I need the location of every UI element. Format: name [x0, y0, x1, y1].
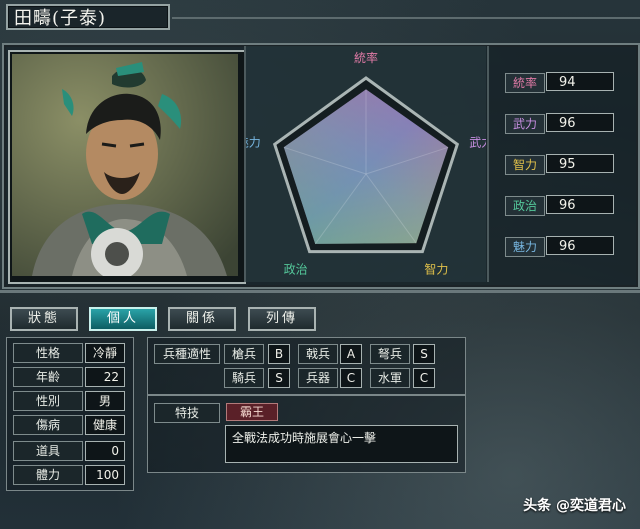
radar-axis-label: 統率	[354, 50, 378, 65]
panel-divider	[487, 46, 489, 282]
troop-label-halberd: 戟兵	[298, 344, 338, 364]
stat-value-intelligence: 95	[546, 154, 614, 173]
personal-value: 冷靜	[85, 343, 125, 363]
personal-label: 體力	[13, 465, 83, 485]
troop-grade-navy: C	[413, 368, 435, 388]
title-rule	[172, 17, 640, 19]
ability-radar: 統率武力智力 政治 魅力	[237, 46, 494, 282]
personal-value: 0	[85, 441, 125, 461]
radar-axis-label: 武力	[469, 135, 486, 149]
stat-value-politics: 96	[546, 195, 614, 214]
radar-value-area	[283, 89, 449, 245]
stat-label-politics: 政治	[505, 196, 545, 216]
personal-label: 性別	[13, 391, 83, 411]
tab-status[interactable]: 狀態	[10, 307, 78, 331]
troop-label-siege: 兵器	[298, 368, 338, 388]
tab-biography[interactable]: 列傳	[248, 307, 316, 331]
personal-value: 100	[85, 465, 125, 485]
troop-label-cavalry: 騎兵	[224, 368, 264, 388]
troop-label-crossbow: 弩兵	[370, 344, 410, 364]
troop-grade-cavalry: S	[268, 368, 290, 388]
radar-axis-label: 魅力	[246, 134, 261, 149]
stat-value-war: 96	[546, 113, 614, 132]
section-separator	[0, 290, 640, 293]
personal-label: 道具	[13, 441, 83, 461]
troop-grade-halberd: A	[340, 344, 362, 364]
skill-description: 全戰法成功時施展會心一擊	[225, 425, 458, 463]
personal-value: 健康	[85, 415, 125, 435]
personal-value: 男	[85, 391, 125, 411]
personal-value: 22	[85, 367, 125, 387]
stat-label-war: 武力	[505, 114, 545, 134]
troop-grade-spear: B	[268, 344, 290, 364]
stat-value-charm: 96	[546, 236, 614, 255]
personal-label: 性格	[13, 343, 83, 363]
troop-label-navy: 水軍	[370, 368, 410, 388]
personal-label: 年齡	[13, 367, 83, 387]
tab-personal[interactable]: 個人	[89, 307, 157, 331]
skill-name: 霸王	[226, 403, 278, 421]
troop-grade-crossbow: S	[413, 344, 435, 364]
radar-chart: 統率武力智力 政治 魅力	[237, 50, 494, 277]
radar-axis-label: 智力	[424, 262, 448, 277]
troop-label-spear: 槍兵	[224, 344, 264, 364]
tab-relations[interactable]: 關係	[168, 307, 236, 331]
skill-title: 特技	[154, 403, 220, 423]
officer-name: 田疇(子泰)	[6, 4, 170, 30]
officer-portrait	[12, 54, 238, 276]
stat-value-leadership: 94	[546, 72, 614, 91]
radar-axis-label: 政治	[284, 263, 308, 277]
personal-label: 傷病	[13, 415, 83, 435]
troop-aptitude-title: 兵種適性	[154, 344, 220, 364]
watermark: 头条 @奕道君心	[523, 498, 626, 514]
stat-label-charm: 魅力	[505, 237, 545, 257]
stat-label-intelligence: 智力	[505, 155, 545, 175]
portrait-illustration	[12, 54, 238, 276]
troop-grade-siege: C	[340, 368, 362, 388]
stat-label-leadership: 統率	[505, 73, 545, 93]
